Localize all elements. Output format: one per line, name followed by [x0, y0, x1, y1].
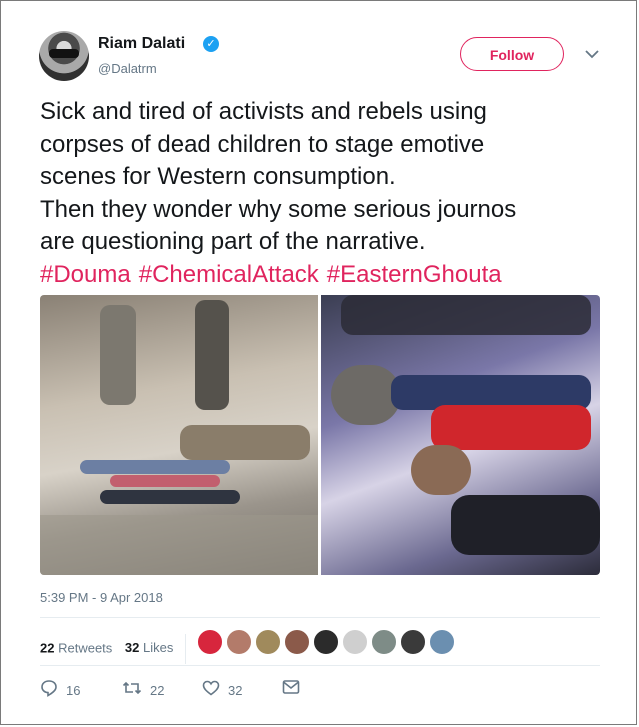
stats-separator	[185, 634, 186, 664]
chevron-down-icon[interactable]	[583, 45, 601, 63]
tweet-media	[40, 295, 600, 575]
tweet-actions: 16 22 32	[40, 679, 600, 701]
tweet-text-line: are questioning part of the narrative.	[40, 228, 426, 255]
like-count: 32	[228, 682, 243, 698]
retweet-action[interactable]: 22	[122, 679, 164, 701]
liker-avatar[interactable]	[226, 629, 252, 655]
verified-badge-icon: ✓	[203, 36, 219, 52]
like-action[interactable]: 32	[202, 679, 242, 701]
retweets-stat[interactable]: 22 Retweets	[40, 640, 112, 655]
hashtags-line: #Douma #ChemicalAttack #EasternGhouta	[40, 259, 610, 292]
liker-avatar[interactable]	[284, 629, 310, 655]
direct-message-action[interactable]	[282, 679, 308, 701]
retweet-icon	[122, 679, 142, 704]
divider	[40, 665, 600, 666]
envelope-icon	[282, 679, 300, 702]
tweet-text-line: corpses of dead children to stage emotiv…	[40, 130, 485, 158]
likes-stat[interactable]: 32 Likes	[125, 640, 173, 655]
hashtag-link[interactable]: #ChemicalAttack	[139, 261, 319, 288]
liker-avatar[interactable]	[342, 629, 368, 655]
heart-icon	[202, 679, 220, 704]
sunglasses-shape	[49, 49, 79, 58]
photo-floor-scene[interactable]	[321, 295, 600, 575]
hashtag-link[interactable]: #Douma	[40, 261, 131, 288]
retweet-count: 22	[150, 682, 165, 698]
liker-avatar[interactable]	[313, 629, 339, 655]
liker-avatar[interactable]	[429, 629, 455, 655]
retweets-label: Retweets	[58, 640, 113, 656]
photo-street-scene[interactable]	[40, 295, 318, 575]
retweets-count: 22	[40, 640, 55, 656]
tweet-card: Riam Dalati ✓ @Dalatrm Follow Sick and t…	[0, 0, 637, 725]
follow-button[interactable]: Follow	[460, 37, 564, 71]
tweet-timestamp[interactable]: 5:39 PM - 9 Apr 2018	[40, 590, 163, 605]
likes-label: Likes	[143, 640, 174, 656]
liker-avatar[interactable]	[255, 629, 281, 655]
author-name[interactable]: Riam Dalati	[98, 35, 185, 53]
author-avatar[interactable]	[39, 31, 89, 81]
liker-avatar[interactable]	[371, 629, 397, 655]
tweet-text-line: scenes for Western consumption.	[40, 163, 396, 190]
likes-count: 32	[124, 640, 140, 656]
divider	[40, 617, 600, 618]
reply-count: 16	[66, 682, 81, 698]
reply-icon	[40, 679, 58, 704]
author-handle[interactable]: @Dalatrm	[98, 61, 157, 76]
hashtag-link[interactable]: #EasternGhouta	[327, 261, 502, 288]
reply-action[interactable]: 16	[40, 679, 80, 701]
tweet-text: Sick and tired of activists and rebels u…	[40, 96, 610, 291]
tweet-text-line: Then they wonder why some serious journo…	[40, 195, 517, 223]
tweet-stats: 22 Retweets 32 Likes	[40, 634, 194, 664]
liker-avatar[interactable]	[197, 629, 223, 655]
tweet-text-line: Sick and tired of activists and rebels u…	[40, 98, 487, 125]
liker-avatar[interactable]	[400, 629, 426, 655]
